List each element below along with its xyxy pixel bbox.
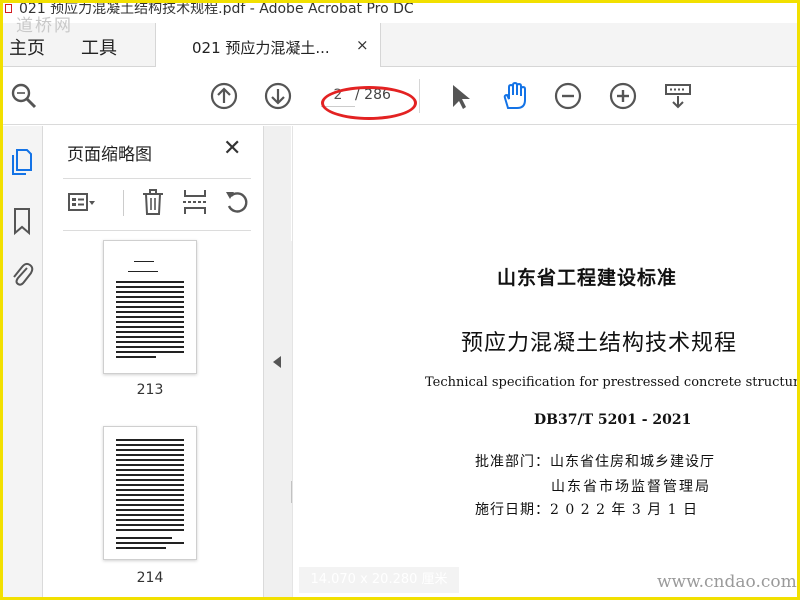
page-thumbnails-icon[interactable] bbox=[9, 146, 35, 176]
collapse-panel-icon[interactable] bbox=[273, 356, 281, 368]
page-thumbnail-214[interactable] bbox=[103, 426, 197, 560]
zoom-out-icon[interactable] bbox=[553, 81, 583, 111]
approving-department: 批准部门：山东省住房和城乡建设厅 bbox=[475, 454, 715, 470]
approving-department-2: 山东省市场监督管理局 bbox=[551, 479, 711, 495]
document-view[interactable]: 山东省工程建设标准 预应力混凝土结构技术规程 Technical specifi… bbox=[292, 126, 800, 597]
attachment-icon[interactable] bbox=[9, 260, 35, 290]
zoom-search-icon[interactable] bbox=[9, 81, 39, 111]
highlight-ellipse bbox=[321, 86, 417, 120]
page-size-overlay: 14.070 x 20.280 厘米 bbox=[299, 567, 459, 593]
document-title-english: Technical specification for prestressed … bbox=[425, 375, 800, 390]
thumbnail-label: 213 bbox=[136, 382, 164, 398]
previous-page-icon[interactable] bbox=[209, 81, 239, 111]
app-window: 021 预应力混凝土结构技术规程.pdf - Adobe Acrobat Pro… bbox=[0, 0, 800, 600]
page-thumbnail-213[interactable] bbox=[103, 240, 197, 374]
nav-tools[interactable]: 工具 bbox=[81, 34, 117, 60]
nav-home[interactable]: 主页 bbox=[9, 34, 45, 60]
panel-toolbar-separator bbox=[123, 190, 124, 216]
title-bar: 021 预应力混凝土结构技术规程.pdf - Adobe Acrobat Pro… bbox=[3, 3, 797, 15]
panel-divider bbox=[63, 230, 251, 231]
thumbnails-panel: 页面缩略图 ✕ 213 214 bbox=[51, 126, 307, 597]
thumbnail-label: 214 bbox=[136, 570, 164, 586]
trash-icon[interactable] bbox=[139, 188, 167, 216]
effective-date: 施行日期：2 0 2 2 年 3 月 1 日 bbox=[475, 502, 699, 518]
rotate-icon[interactable] bbox=[223, 188, 251, 216]
keyboard-icon[interactable] bbox=[663, 81, 693, 111]
standard-title: 山东省工程建设标准 bbox=[497, 267, 678, 289]
panel-splitter[interactable] bbox=[263, 126, 291, 597]
panel-title: 页面缩略图 bbox=[67, 145, 152, 165]
bookmark-icon[interactable] bbox=[9, 206, 35, 236]
hand-tool-icon[interactable] bbox=[499, 81, 529, 111]
watermark-bottom: www.cndao.com bbox=[657, 572, 797, 592]
toolbar: 2 / 286 bbox=[3, 67, 797, 125]
zoom-in-icon[interactable] bbox=[608, 81, 638, 111]
tab-close-button[interactable]: × bbox=[356, 36, 369, 54]
watermark-top: 道桥网 bbox=[16, 16, 73, 36]
tab-bar: 主页 工具 021 预应力混凝土... × bbox=[3, 23, 797, 67]
thumbnail-options-icon[interactable] bbox=[67, 188, 95, 216]
next-page-icon[interactable] bbox=[263, 81, 293, 111]
window-title: 021 预应力混凝土结构技术规程.pdf - Adobe Acrobat Pro… bbox=[19, 3, 414, 15]
document-tab[interactable]: 021 预应力混凝土... × bbox=[155, 23, 381, 67]
panel-divider bbox=[63, 178, 251, 179]
document-tab-label: 021 预应力混凝土... bbox=[192, 39, 330, 57]
standard-code: DB37/T 5201 - 2021 bbox=[534, 412, 692, 428]
panel-close-button[interactable]: ✕ bbox=[223, 136, 241, 161]
select-arrow-icon[interactable] bbox=[445, 81, 475, 111]
left-rail bbox=[3, 126, 43, 597]
toolbar-separator bbox=[419, 79, 420, 113]
insert-pages-icon[interactable] bbox=[181, 188, 209, 216]
document-title: 预应力混凝土结构技术规程 bbox=[461, 331, 738, 356]
pdf-file-icon bbox=[5, 4, 12, 13]
